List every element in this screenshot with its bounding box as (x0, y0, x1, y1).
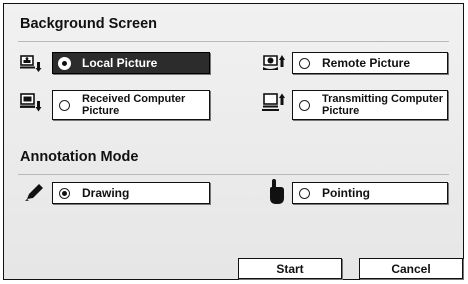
drawing-radio[interactable] (59, 187, 70, 199)
local-picture-label: Local Picture (82, 56, 158, 70)
local-picture-option[interactable]: Local Picture (52, 52, 210, 74)
received-computer-picture-label: Received Computer Picture (82, 93, 186, 117)
pointing-hand-icon (270, 179, 284, 204)
pointing-label: Pointing (322, 186, 370, 200)
received-computer-picture-option[interactable]: Received Computer Picture (52, 90, 210, 120)
annotation-mode-title: Annotation Mode (20, 149, 139, 165)
drawing-option[interactable]: Drawing (52, 182, 210, 204)
remote-picture-label: Remote Picture (322, 56, 411, 70)
drawing-label: Drawing (82, 186, 130, 200)
background-screen-title: Background Screen (20, 16, 157, 32)
local-camera-icon (20, 55, 42, 72)
dialog-panel: Background Screen Local Picture Remote P… (3, 3, 464, 280)
transmitting-computer-icon (262, 93, 285, 111)
start-button[interactable]: Start (238, 258, 342, 279)
remote-picture-radio[interactable] (299, 57, 310, 69)
received-computer-icon (20, 93, 42, 112)
remote-picture-option[interactable]: Remote Picture (292, 52, 448, 74)
pointing-radio[interactable] (299, 187, 310, 199)
annotation-mode-divider (18, 174, 449, 175)
pencil-icon (25, 184, 43, 201)
transmitting-computer-picture-radio[interactable] (299, 99, 310, 111)
local-picture-radio[interactable] (59, 57, 70, 69)
received-computer-picture-radio[interactable] (59, 99, 70, 111)
background-screen-divider (18, 41, 449, 42)
remote-camera-icon (263, 55, 285, 70)
cancel-button[interactable]: Cancel (359, 258, 463, 279)
pointing-option[interactable]: Pointing (292, 182, 448, 204)
transmitting-computer-picture-label: Transmitting Computer Picture (322, 93, 444, 117)
transmitting-computer-picture-option[interactable]: Transmitting Computer Picture (292, 90, 448, 120)
